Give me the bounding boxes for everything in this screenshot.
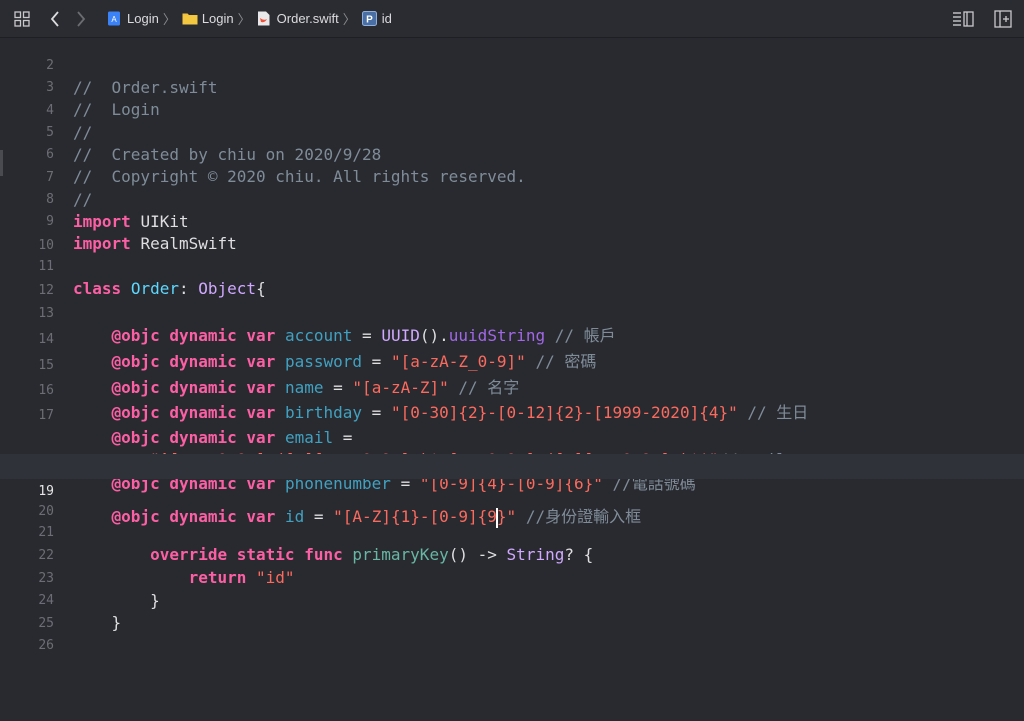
svg-text:P: P (366, 15, 373, 26)
swift-file-icon (257, 11, 272, 26)
code-line[interactable]: 7 // (0, 145, 1024, 209)
code-line[interactable]: 13 @objc dynamic var account = UUID().uu… (0, 281, 1024, 345)
breadcrumb-folder-label: Login (201, 11, 234, 26)
code-line[interactable]: 4 // (0, 78, 1024, 142)
code-line[interactable]: 17 @objc dynamic var email = "^[_a-z0-9-… (0, 383, 1024, 469)
code-line[interactable]: 6 // Copyright © 2020 chiu. All rights r… (0, 122, 1024, 186)
code-line[interactable]: 15 @objc dynamic var name = "[a-zA-Z]" /… (0, 333, 1024, 397)
code-line[interactable]: 10 (0, 213, 1024, 253)
add-editor-icon[interactable] (994, 10, 1012, 28)
breadcrumb-separator: 〉 (342, 12, 356, 27)
code-line[interactable]: 21 override static func primaryKey() -> … (0, 500, 1024, 564)
code-line[interactable]: 18 @objc dynamic var phonenumber = "[0-9… (0, 429, 1024, 493)
breadcrumb-separator: 〉 (162, 12, 176, 27)
breadcrumb-symbol-label: id (381, 11, 392, 26)
property-symbol-icon: P (361, 11, 377, 26)
code-line[interactable]: 26 (0, 613, 1024, 653)
svg-text:A: A (111, 15, 117, 24)
source-editor[interactable]: 2 // Order.swift 3 // Login 4 // 5 // Cr… (0, 38, 1024, 721)
code-line[interactable]: 24 } (0, 568, 1024, 632)
breadcrumb-symbol[interactable]: P id (361, 11, 392, 26)
line-number: 26 (38, 638, 54, 653)
line-number: 17 (38, 408, 54, 423)
breadcrumb-folder[interactable]: Login 〉 (182, 9, 251, 28)
breadcrumb-separator: 〉 (237, 12, 251, 27)
code-line[interactable]: 3 // Login (0, 55, 1024, 119)
breadcrumb-file[interactable]: Order.swift 〉 (257, 9, 356, 28)
code-line[interactable]: 16 @objc dynamic var birthday = "[0-30]{… (0, 358, 1024, 422)
related-items-grid-icon[interactable] (11, 8, 33, 30)
minimap-icon[interactable] (952, 10, 974, 28)
code-line[interactable]: 14 @objc dynamic var password = "[a-zA-Z… (0, 307, 1024, 371)
forward-icon[interactable] (71, 8, 91, 30)
code-line[interactable]: 9 import RealmSwift (0, 189, 1024, 253)
code-line[interactable]: 8 import UIKit (0, 167, 1024, 231)
breadcrumb-project-label: Login (127, 11, 159, 26)
breadcrumb-project[interactable]: A Login 〉 (107, 9, 176, 28)
breadcrumb-file-label: Order.swift (276, 11, 339, 26)
code-line[interactable]: 22 return "id" (0, 523, 1024, 587)
code-line[interactable]: 2 // Order.swift (0, 33, 1024, 97)
code-line[interactable]: 12 (0, 258, 1024, 298)
folder-icon (182, 11, 198, 26)
code-line[interactable]: 11 class Order: Object{ (0, 234, 1024, 298)
current-code-line[interactable]: 19 @objc dynamic var id = "[A-Z]{1}-[0-9… (0, 454, 1024, 528)
xcode-project-icon: A (107, 11, 122, 26)
code-line[interactable]: 20 (0, 479, 1024, 519)
code-line[interactable]: 5 // Created by chiu on 2020/9/28 (0, 100, 1024, 164)
code-line[interactable]: 25 (0, 591, 1024, 631)
back-icon[interactable] (45, 8, 65, 30)
code-line[interactable]: 23 } (0, 546, 1024, 610)
